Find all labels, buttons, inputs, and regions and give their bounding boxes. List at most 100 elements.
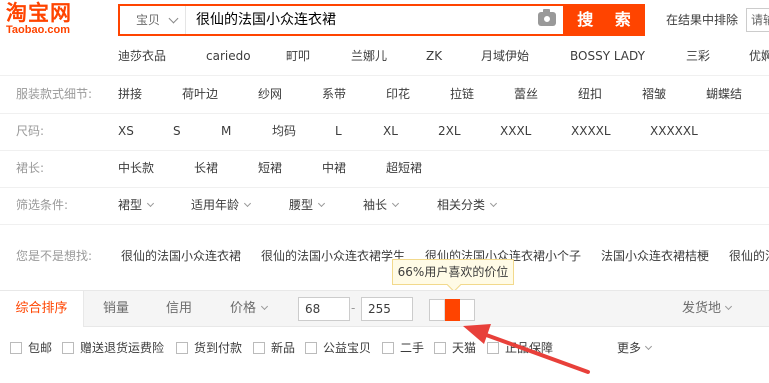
checkbox-label: 正品保障 <box>505 341 554 355</box>
camera-icon[interactable] <box>538 9 556 26</box>
brand-item[interactable]: 迪莎衣品 <box>118 38 166 75</box>
sort-tab-price[interactable]: 价格 <box>230 291 269 326</box>
more-filters-button[interactable]: 更多 <box>617 333 653 363</box>
exclude-input[interactable]: 请输 <box>746 8 769 32</box>
suggestion-link[interactable]: 法国小众连衣裙桔梗 <box>601 239 709 274</box>
checkbox-cod[interactable]: 货到付款 <box>176 333 242 363</box>
brand-item[interactable]: 三彩 <box>686 38 710 75</box>
size-row: 尺码: XS S M 均码 L XL 2XL XXXL XXXXL XXXXXL <box>0 113 769 150</box>
size-option[interactable]: L <box>335 113 342 150</box>
checkbox-box <box>305 341 317 354</box>
style-option[interactable]: 蝴蝶结 <box>706 76 742 113</box>
filter-row: 筛选条件: 裙型 适用年龄 腰型 袖长 相关分类 <box>0 187 769 224</box>
search-button[interactable]: 搜 索 <box>563 4 645 36</box>
brand-item[interactable]: 月域伊始 <box>481 38 529 75</box>
size-option[interactable]: M <box>221 113 231 150</box>
brand-item[interactable]: ZK <box>426 38 442 75</box>
style-option[interactable]: 拉链 <box>450 76 474 113</box>
checkbox-box <box>176 341 188 354</box>
style-detail-label: 服装款式细节: <box>16 87 93 101</box>
filter-dropdown-label: 袖长 <box>363 198 388 212</box>
size-option[interactable]: 均码 <box>272 113 296 150</box>
price-range-slider[interactable] <box>429 299 475 321</box>
checkbox-charity[interactable]: 公益宝贝 <box>305 333 371 363</box>
brand-item[interactable]: cariedo <box>206 38 251 75</box>
style-detail-row: 服装款式细节: 拼接 荷叶边 纱网 系带 印花 拉链 蕾丝 纽扣 褶皱 蝴蝶结 <box>0 76 769 113</box>
skirt-length-row: 裙长: 中长款 长裙 短裙 中裙 超短裙 <box>0 150 769 187</box>
checkbox-new[interactable]: 新品 <box>253 333 295 363</box>
price-dash: - <box>351 301 356 315</box>
suggestion-link[interactable]: 很仙的法 <box>729 239 769 274</box>
size-option[interactable]: S <box>173 113 181 150</box>
sort-tab-sales[interactable]: 销量 <box>103 291 129 326</box>
filter-dropdown-label: 适用年龄 <box>191 198 240 212</box>
size-option[interactable]: XL <box>383 113 398 150</box>
filter-dropdown-label: 裙型 <box>118 198 143 212</box>
price-min-input[interactable]: 68 <box>298 297 350 321</box>
style-option[interactable]: 拼接 <box>118 76 142 113</box>
size-option[interactable]: XXXXL <box>571 113 611 150</box>
sort-tab-credit[interactable]: 信用 <box>166 291 192 326</box>
size-option[interactable]: XXXXXL <box>650 113 698 150</box>
chevron-down-icon <box>260 302 269 311</box>
suggestion-link[interactable]: 很仙的法国小众连衣裙学生 <box>261 239 405 274</box>
brand-item[interactable]: 兰娜儿 <box>351 38 387 75</box>
skirt-length-option[interactable]: 长裙 <box>194 150 218 187</box>
style-option[interactable]: 褶皱 <box>642 76 666 113</box>
size-option[interactable]: XS <box>118 113 134 150</box>
skirt-length-option[interactable]: 超短裙 <box>386 150 422 187</box>
shipping-location-dropdown[interactable]: 发货地 <box>682 291 733 326</box>
search-input[interactable] <box>196 6 526 34</box>
checkbox-secondhand[interactable]: 二手 <box>382 333 424 363</box>
checkbox-tmall[interactable]: 天猫 <box>434 333 476 363</box>
brand-item[interactable]: 町叩 <box>286 38 310 75</box>
checkbox-label: 新品 <box>271 341 296 355</box>
style-option[interactable]: 系带 <box>322 76 346 113</box>
checkbox-label: 二手 <box>400 341 425 355</box>
slider-segment <box>430 300 445 320</box>
brand-item[interactable]: 优婀 <box>749 38 769 75</box>
style-option[interactable]: 纽扣 <box>578 76 602 113</box>
checkbox-box <box>62 341 74 354</box>
checkbox-label: 赠送退货运费险 <box>80 341 165 355</box>
style-option[interactable]: 纱网 <box>258 76 282 113</box>
chevron-down-icon <box>724 302 733 311</box>
style-option[interactable]: 蕾丝 <box>514 76 538 113</box>
price-max-input[interactable]: 255 <box>361 297 413 321</box>
filter-dropdown-age[interactable]: 适用年龄 <box>191 187 252 224</box>
checkbox-label: 公益宝贝 <box>323 341 372 355</box>
filter-dropdown-label: 腰型 <box>289 198 314 212</box>
filter-dropdown-skirt-type[interactable]: 裙型 <box>118 187 155 224</box>
checkbox-return-insurance[interactable]: 赠送退货运费险 <box>62 333 164 363</box>
filter-dropdown-category[interactable]: 相关分类 <box>437 187 498 224</box>
checkbox-box <box>434 341 446 354</box>
filter-dropdown-label: 相关分类 <box>437 198 486 212</box>
search-type-label: 宝贝 <box>136 13 161 27</box>
skirt-length-option[interactable]: 中裙 <box>322 150 346 187</box>
style-option[interactable]: 荷叶边 <box>182 76 218 113</box>
more-label: 更多 <box>617 341 642 355</box>
skirt-length-option[interactable]: 短裙 <box>258 150 282 187</box>
header: 淘宝网 Taobao.com 宝贝 搜 索 在结果中排除 请输 <box>0 0 769 42</box>
filter-dropdown-sleeve[interactable]: 袖长 <box>363 187 400 224</box>
suggestion-row: 您是不是想找: 很仙的法国小众连衣裙 很仙的法国小众连衣裙学生 很仙的法国小众连… <box>0 239 769 274</box>
search-type-dropdown[interactable]: 宝贝 <box>120 6 186 34</box>
filter-dropdown-waist[interactable]: 腰型 <box>289 187 326 224</box>
brand-item[interactable]: BOSSY LADY <box>570 38 645 75</box>
slider-highlight <box>445 299 460 321</box>
size-option[interactable]: XXXL <box>500 113 531 150</box>
style-option[interactable]: 印花 <box>386 76 410 113</box>
taobao-logo[interactable]: 淘宝网 Taobao.com <box>6 2 94 40</box>
checkbox-free-shipping[interactable]: 包邮 <box>10 333 52 363</box>
suggestion-link[interactable]: 很仙的法国小众连衣裙 <box>121 239 241 274</box>
sort-tab-price-label: 价格 <box>230 301 257 316</box>
chevron-down-icon <box>317 199 326 208</box>
service-filter-row: 包邮 赠送退货运费险 货到付款 新品 公益宝贝 二手 天猫 正品保障 更多 <box>0 333 769 363</box>
skirt-length-option[interactable]: 中长款 <box>118 150 154 187</box>
sort-tab-default[interactable]: 综合排序 <box>0 291 84 327</box>
divider <box>0 224 769 225</box>
checkbox-label: 包邮 <box>28 341 53 355</box>
checkbox-authentic[interactable]: 正品保障 <box>487 333 553 363</box>
size-option[interactable]: 2XL <box>438 113 461 150</box>
checkbox-box <box>10 341 22 354</box>
